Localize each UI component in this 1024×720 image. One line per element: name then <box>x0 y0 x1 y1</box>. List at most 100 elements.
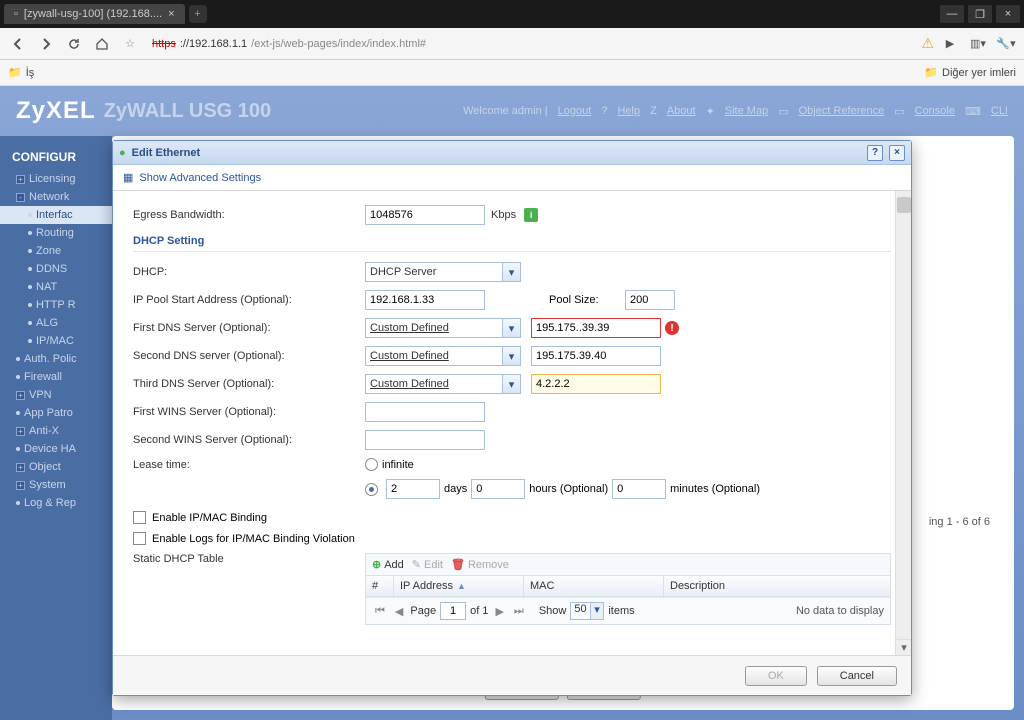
forward-button[interactable] <box>34 32 58 56</box>
url-bar[interactable]: https://192.168.1.1/ext-js/web-pages/ind… <box>146 38 917 50</box>
star-button[interactable]: ☆ <box>118 32 142 56</box>
remove-button[interactable]: 🗑Remove <box>451 558 509 571</box>
page-menu-button[interactable]: ▥▾ <box>966 32 990 56</box>
browser-tab[interactable]: ▫ [zywall-usg-100] (192.168.... × <box>4 4 185 24</box>
scroll-down-icon[interactable]: ▾ <box>896 639 911 655</box>
pager-next[interactable]: ▶ <box>492 605 506 618</box>
play-button[interactable]: ▶ <box>938 32 962 56</box>
sidebar-item-object[interactable]: +Object <box>0 458 112 476</box>
egress-input[interactable] <box>365 205 485 225</box>
expand-icon[interactable]: + <box>16 427 25 436</box>
expand-icon[interactable]: + <box>16 481 25 490</box>
scroll-thumb[interactable] <box>897 197 911 213</box>
col-mac[interactable]: MAC <box>524 576 664 596</box>
sidebar-item-deviceha[interactable]: Device HA <box>0 440 112 458</box>
sidebar-item-ipmac[interactable]: IP/MAC <box>0 332 112 350</box>
poolsize-label: Pool Size: <box>549 294 625 306</box>
dns2-label: Second DNS server (Optional): <box>133 350 365 362</box>
new-tab-button[interactable]: + <box>189 5 207 23</box>
sidebar-item-authpolic[interactable]: Auth. Polic <box>0 350 112 368</box>
lease-days-input[interactable] <box>386 479 440 499</box>
col-num[interactable]: # <box>366 576 394 596</box>
wins2-input[interactable] <box>365 430 485 450</box>
window-close-button[interactable]: × <box>996 5 1020 23</box>
col-desc[interactable]: Description <box>664 576 890 596</box>
tab-close-icon[interactable]: × <box>168 8 174 20</box>
sidebar-item-label: HTTP R <box>36 299 76 311</box>
pager-prev[interactable]: ◀ <box>392 605 406 618</box>
sidebar-item-vpn[interactable]: +VPN <box>0 386 112 404</box>
logout-link[interactable]: Logout <box>558 105 592 117</box>
sidebar-item-nat[interactable]: NAT <box>0 278 112 296</box>
window-minimize-button[interactable]: — <box>940 5 964 23</box>
close-button[interactable]: × <box>889 145 905 161</box>
wrench-button[interactable]: 🔧▾ <box>994 32 1018 56</box>
sidebar-item-firewall[interactable]: Firewall <box>0 368 112 386</box>
dns1-input[interactable] <box>531 318 661 338</box>
pager-page-input[interactable] <box>440 602 466 620</box>
show-advanced-toggle[interactable]: ▦ Show Advanced Settings <box>113 165 911 191</box>
expand-icon[interactable]: + <box>16 175 25 184</box>
bookmark-other[interactable]: 📁Diğer yer imleri <box>924 66 1016 79</box>
sidebar-item-system[interactable]: +System <box>0 476 112 494</box>
sidebar-item-routing[interactable]: Routing <box>0 224 112 242</box>
about-link[interactable]: About <box>667 105 696 117</box>
dhcp-combo[interactable]: DHCP Server ▾ <box>365 262 521 282</box>
enable-ipmac-checkbox[interactable] <box>133 511 146 524</box>
dhcp-section-header: DHCP Setting <box>133 235 891 252</box>
add-button[interactable]: ⊕Add <box>372 558 404 571</box>
help-link[interactable]: Help <box>617 105 640 117</box>
sidebar-item-zone[interactable]: Zone <box>0 242 112 260</box>
pager-first[interactable]: ⏮ <box>372 605 388 618</box>
sidebar-item-interfac[interactable]: Interfac <box>0 206 112 224</box>
lease-hours-input[interactable] <box>471 479 525 499</box>
sidebar-item-httpr[interactable]: HTTP R <box>0 296 112 314</box>
ippool-input[interactable] <box>365 290 485 310</box>
col-ip[interactable]: IP Address▲ <box>394 576 524 596</box>
edit-button[interactable]: ✎Edit <box>412 558 443 571</box>
sidebar-item-logrep[interactable]: Log & Rep <box>0 494 112 512</box>
sidebar-item-licensing[interactable]: +Licensing <box>0 170 112 188</box>
bullet-icon <box>28 267 32 271</box>
objectref-link[interactable]: Object Reference <box>799 105 885 117</box>
dns2-combo[interactable]: Custom Defined▾ <box>365 346 521 366</box>
lease-custom-radio[interactable] <box>365 483 378 496</box>
wins1-input[interactable] <box>365 402 485 422</box>
home-button[interactable] <box>90 32 114 56</box>
sidebar-item-network[interactable]: -Network <box>0 188 112 206</box>
lease-minutes-input[interactable] <box>612 479 666 499</box>
enable-logs-checkbox[interactable] <box>133 532 146 545</box>
help-button[interactable]: ? <box>867 145 883 161</box>
reload-button[interactable] <box>62 32 86 56</box>
dialog-titlebar[interactable]: ● Edit Ethernet ? × <box>113 141 911 165</box>
expand-icon[interactable]: + <box>16 463 25 472</box>
poolsize-input[interactable] <box>625 290 675 310</box>
app-header: ZyXEL ZyWALL USG 100 Welcome admin | Log… <box>0 86 1024 136</box>
sidebar-item-antix[interactable]: +Anti-X <box>0 422 112 440</box>
expand-icon[interactable]: + <box>16 391 25 400</box>
info-icon[interactable]: i <box>524 208 538 222</box>
dns1-combo[interactable]: Custom Defined▾ <box>365 318 521 338</box>
pager-last[interactable]: ⏭ <box>511 605 527 618</box>
dns2-input[interactable] <box>531 346 661 366</box>
window-maximize-button[interactable]: ❐ <box>968 5 992 23</box>
console-link[interactable]: Console <box>915 105 955 117</box>
dns3-combo[interactable]: Custom Defined▾ <box>365 374 521 394</box>
bookmark-is[interactable]: 📁İş <box>8 66 34 79</box>
dns3-input[interactable] <box>531 374 661 394</box>
expand-icon[interactable]: - <box>16 193 25 202</box>
sidebar-item-apppatro[interactable]: App Patro <box>0 404 112 422</box>
sidebar-item-label: ALG <box>36 317 58 329</box>
sidebar-item-ddns[interactable]: DDNS <box>0 260 112 278</box>
sidebar-item-alg[interactable]: ALG <box>0 314 112 332</box>
cancel-button[interactable]: Cancel <box>817 666 897 686</box>
lease-infinite-radio[interactable] <box>365 458 378 471</box>
sitemap-link[interactable]: Site Map <box>725 105 768 117</box>
ok-button[interactable]: OK <box>745 666 807 686</box>
pager-show-combo[interactable]: 50▾ <box>570 602 604 620</box>
dialog-scrollbar[interactable]: ▴ ▾ <box>895 191 911 655</box>
dns1-label: First DNS Server (Optional): <box>133 322 365 334</box>
cli-link[interactable]: CLI <box>991 105 1008 117</box>
back-button[interactable] <box>6 32 30 56</box>
url-protocol: https <box>152 38 176 50</box>
